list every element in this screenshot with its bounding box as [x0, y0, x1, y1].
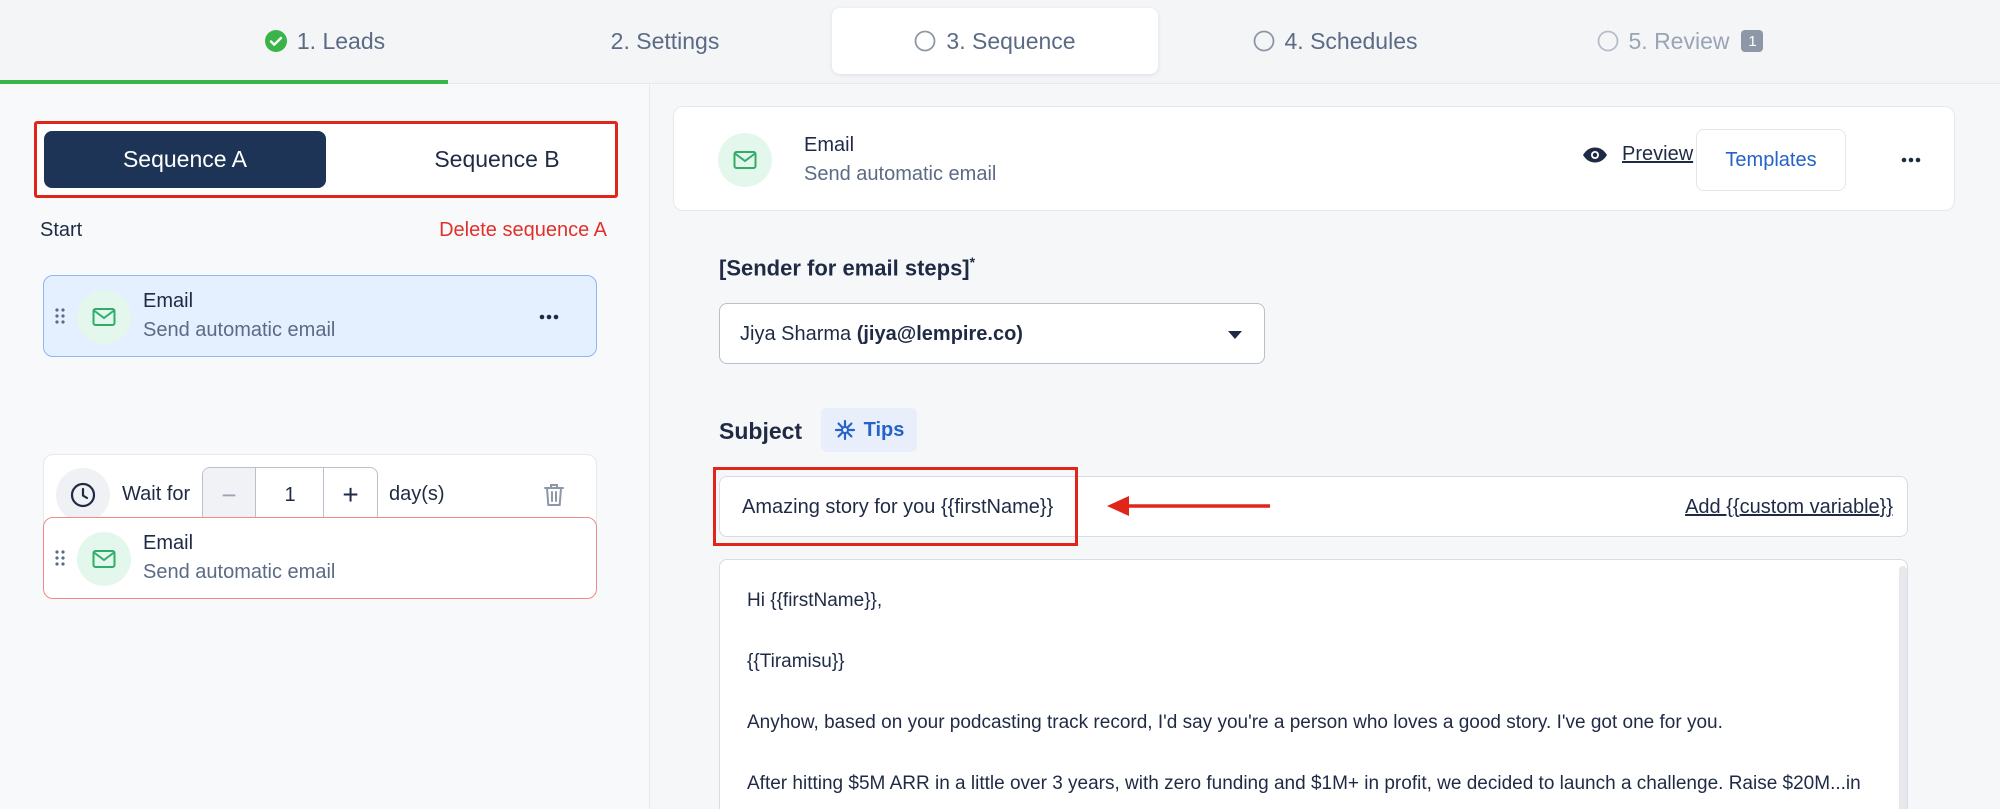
- circle-outline-icon: [1597, 30, 1619, 52]
- tips-label: Tips: [863, 418, 905, 441]
- step-schedules[interactable]: 4. Schedules: [1240, 8, 1430, 74]
- eye-icon: [1583, 147, 1607, 162]
- increment-button[interactable]: +: [323, 468, 377, 522]
- step-leads[interactable]: 1. Leads: [240, 8, 410, 74]
- body-scrollbar[interactable]: [1899, 566, 1907, 809]
- tab-sequence-b[interactable]: Sequence B: [356, 131, 638, 188]
- check-circle-icon: [264, 30, 287, 52]
- subject-input[interactable]: Amazing story for you {{firstName}} Add …: [719, 476, 1908, 537]
- tips-button[interactable]: Tips: [821, 408, 917, 452]
- sender-value: Jiya Sharma (jiya@lempire.co): [740, 323, 1023, 346]
- email-step-subtitle: Send automatic email: [143, 561, 336, 583]
- email-step-title: Email: [143, 532, 194, 554]
- wizard-stepper: 1. Leads 2. Settings 3. Sequence 4. Sche…: [0, 0, 2000, 84]
- step-sequence-label: 3. Sequence: [946, 27, 1076, 54]
- email-step-card-1[interactable]: Email Send automatic email: [43, 275, 597, 357]
- add-custom-variable-link[interactable]: Add {{custom variable}}: [1685, 496, 1893, 519]
- editor-header-title: Email: [804, 134, 855, 156]
- mail-icon: [718, 133, 772, 187]
- mail-icon: [77, 290, 131, 344]
- sparkle-icon: [834, 419, 855, 441]
- drag-handle-icon[interactable]: [54, 548, 66, 568]
- tab-sequence-a[interactable]: Sequence A: [44, 131, 326, 188]
- annotation-arrow-icon: [1107, 496, 1270, 516]
- circle-outline-icon: [1253, 30, 1275, 52]
- step-sequence[interactable]: 3. Sequence: [832, 8, 1158, 74]
- step-review[interactable]: 5. Review 1: [1580, 8, 1780, 74]
- more-horizontal-icon[interactable]: [534, 302, 564, 332]
- step-schedules-label: 4. Schedules: [1284, 27, 1418, 54]
- email-step-title: Email: [143, 290, 194, 312]
- email-step-card-2[interactable]: Email Send automatic email: [43, 517, 597, 599]
- email-editor: Email Send automatic email Preview Templ…: [651, 84, 2000, 809]
- sender-name: Jiya Sharma: [740, 323, 852, 345]
- step-leads-label: 1. Leads: [296, 27, 386, 54]
- review-count-badge: 1: [1741, 30, 1764, 52]
- preview-button[interactable]: Preview: [1582, 143, 1693, 166]
- start-label: Start: [40, 219, 83, 241]
- step-settings-label: 2. Settings: [610, 27, 720, 54]
- sender-select[interactable]: Jiya Sharma (jiya@lempire.co): [719, 303, 1265, 364]
- sequence-tabs: Sequence A Sequence B: [34, 121, 618, 198]
- body-line: Hi {{firstName}},: [747, 590, 883, 611]
- decrement-button[interactable]: −: [203, 468, 256, 522]
- more-horizontal-icon[interactable]: [1896, 145, 1926, 175]
- drag-handle-icon[interactable]: [54, 306, 66, 326]
- body-line: Anyhow, based on your podcasting track r…: [747, 712, 1723, 733]
- trash-icon[interactable]: [542, 481, 566, 509]
- wait-days-stepper: − 1 +: [202, 467, 378, 523]
- sender-label-text: [Sender for email steps]: [719, 255, 970, 281]
- circle-outline-icon: [914, 30, 936, 52]
- body-line: {{Tiramisu}}: [747, 651, 845, 672]
- sender-label: [Sender for email steps]*: [719, 254, 975, 281]
- step-review-label: 5. Review: [1628, 27, 1730, 54]
- subject-label: Subject: [719, 418, 803, 444]
- days-unit-label: day(s): [389, 483, 445, 505]
- editor-header: Email Send automatic email Preview Templ…: [673, 106, 1955, 211]
- templates-button[interactable]: Templates: [1696, 129, 1846, 191]
- delete-sequence-link[interactable]: Delete sequence A: [439, 219, 607, 242]
- email-step-subtitle: Send automatic email: [143, 319, 336, 341]
- mail-icon: [77, 532, 131, 586]
- subject-value: Amazing story for you {{firstName}}: [742, 496, 1054, 518]
- email-body-editor[interactable]: Hi {{firstName}}, {{Tiramisu}} Anyhow, b…: [719, 559, 1908, 809]
- caret-down-icon: [1228, 331, 1242, 339]
- wait-days-input[interactable]: 1: [256, 468, 324, 522]
- editor-header-subtitle: Send automatic email: [804, 163, 997, 185]
- sequence-sidebar: Sequence A Sequence B Start Delete seque…: [0, 84, 650, 809]
- wait-for-label: Wait for: [122, 483, 191, 505]
- body-line: After hitting $5M ARR in a little over 3…: [747, 773, 1861, 794]
- sender-email: (jiya@lempire.co): [856, 323, 1023, 345]
- required-mark: *: [969, 254, 976, 270]
- step-settings[interactable]: 2. Settings: [580, 8, 750, 74]
- clock-icon: [56, 468, 110, 522]
- preview-label: Preview: [1622, 143, 1694, 165]
